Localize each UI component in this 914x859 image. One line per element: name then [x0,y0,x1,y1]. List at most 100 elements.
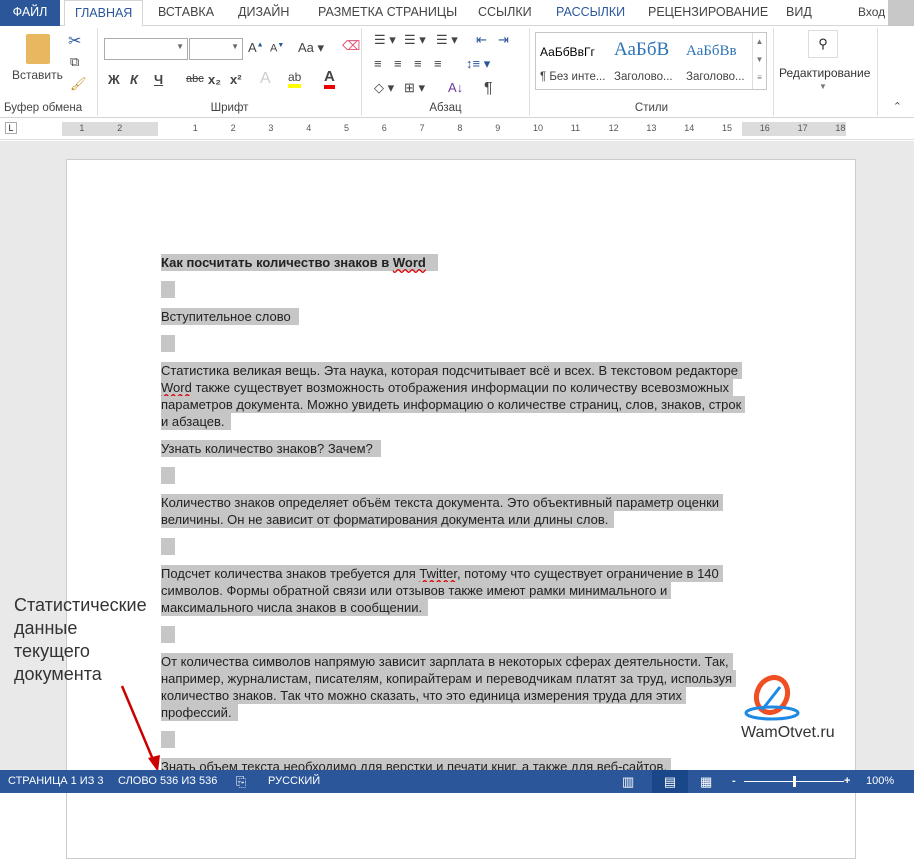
sort-icon[interactable]: A↓ [448,80,463,95]
numbering-icon[interactable]: ☰ ▾ [404,32,426,48]
copy-icon[interactable]: ⧉ [70,54,79,70]
web-layout-icon[interactable]: ▦ [700,770,712,793]
style-name-heading2: Заголово... [686,71,745,83]
style-preview-heading2[interactable]: АаБбВв [686,43,737,60]
font-name-select[interactable]: ▼ [104,38,188,60]
wamotvet-logo-icon [744,675,800,721]
zoom-in-button[interactable]: + [844,770,850,793]
ruler-number: 13 [646,123,657,133]
clipboard-label: Буфер обмена [4,102,83,114]
paragraph-label: Абзац [429,102,462,114]
para-4: От количества символов напрямую зависит … [161,653,733,670]
ruler-number: 12 [608,123,619,133]
paragraph-group: ☰ ▾ ☰ ▾ ☰ ▾ ⇤ ⇥ ≡ ≡ ≡ ≡ ↕≡ ▾ ◇ ▾ ⊞ ▾ A↓ … [362,28,530,116]
ruler-number: 18 [835,123,846,133]
line-spacing-icon[interactable]: ↕≡ ▾ [466,56,490,72]
align-left-icon[interactable]: ≡ [374,56,382,71]
zoom-slider-thumb[interactable] [793,776,796,787]
ruler-number: 2 [230,123,236,133]
para-1: Статистика великая вещь. Эта наука, кото… [161,362,743,379]
proofing-icon[interactable]: ⎘ [236,770,246,793]
ribbon: Вставить ✂ ⧉ 🖌 Буфер обмена ▼ ▼ A▲ A▼ Aa… [0,26,914,118]
highlight-icon[interactable]: ab [288,70,302,88]
annotation-arrow-icon [120,685,160,772]
paste-button[interactable]: Вставить [12,68,63,82]
tab-design[interactable]: ДИЗАЙН [228,0,299,26]
font-group: ▼ ▼ A▲ A▼ Aa ▾ ⌫ Ж К Ч abc x₂ x² A ab A … [98,28,362,116]
ruler-number: 10 [533,123,544,133]
style-preview-normal[interactable]: АаБбВвГг [540,45,595,59]
ruler: L 2 1 1 2 3 4 5 6 7 8 9 10 11 12 13 14 15 16 17 18 [0,118,914,140]
ruler-number: 1 [192,123,198,133]
justify-icon[interactable]: ≡ [434,56,442,71]
font-size-select[interactable]: ▼ [189,38,243,60]
avatar[interactable] [888,0,914,26]
grow-font-icon[interactable]: A▲ [248,40,264,55]
ruler-number: 6 [381,123,387,133]
show-marks-icon[interactable]: ¶ [484,80,493,98]
para-3: Подсчет количества знаков требуется для … [161,565,723,582]
ruler-number: 1 [79,123,85,133]
tab-insert[interactable]: ВСТАВКА [148,0,224,26]
decrease-indent-icon[interactable]: ⇤ [476,32,487,48]
text-effects-icon[interactable]: A [260,70,271,88]
zoom-level[interactable]: 100% [866,770,894,793]
horizontal-ruler[interactable]: 2 1 1 2 3 4 5 6 7 8 9 10 11 12 13 14 15 16 17 18 [62,122,846,136]
paste-icon[interactable] [26,34,50,64]
ruler-number: 16 [759,123,770,133]
binoculars-icon[interactable]: ⚲ [808,30,838,58]
ruler-number: 15 [722,123,733,133]
strikethrough-button[interactable]: abc [186,73,204,85]
italic-button[interactable]: К [130,72,138,87]
format-painter-icon[interactable]: 🖌 [70,76,87,92]
bullets-icon[interactable]: ☰ ▾ [374,32,396,48]
tab-references[interactable]: ССЫЛКИ [468,0,542,26]
tab-file[interactable]: ФАЙЛ [0,0,60,26]
tab-mailings[interactable]: РАССЫЛКИ [546,0,635,26]
subscript-button[interactable]: x₂ [208,72,221,87]
print-layout-icon[interactable]: ▤ [652,770,688,793]
bold-button[interactable]: Ж [108,72,120,87]
clear-formatting-icon[interactable]: ⌫ [342,38,360,54]
ruler-number: 5 [344,123,350,133]
annotation-text: Статистические данные текущего документа [14,595,147,684]
multilevel-list-icon[interactable]: ☰ ▾ [436,32,458,48]
tab-layout[interactable]: РАЗМЕТКА СТРАНИЦЫ [308,0,467,26]
page-count[interactable]: СТРАНИЦА 1 ИЗ 3 [8,770,104,793]
ruler-number: 3 [268,123,274,133]
style-preview-heading1[interactable]: АаБбВ [614,39,669,61]
doc-intro: Вступительное слово [161,308,299,325]
ruler-number: 11 [570,123,581,133]
underline-button[interactable]: Ч [154,72,163,87]
styles-scrollbar[interactable]: ▲ ▼ ≡ [752,33,766,89]
collapse-ribbon-icon[interactable]: ⌃ [893,100,902,113]
increase-indent-icon[interactable]: ⇥ [498,32,509,48]
styles-gallery: АаБбВвГг АаБбВ АаБбВв ¶ Без инте... Заго… [535,32,767,90]
shrink-font-icon[interactable]: A▼ [270,42,284,55]
editing-button[interactable]: Редактирование [779,66,870,80]
change-case-icon[interactable]: Aa ▾ [298,40,324,56]
align-center-icon[interactable]: ≡ [394,56,402,71]
shading-icon[interactable]: ◇ ▾ [374,80,394,96]
ribbon-tabs: ФАЙЛ ГЛАВНАЯ ВСТАВКА ДИЗАЙН РАЗМЕТКА СТР… [0,0,914,27]
read-mode-icon[interactable]: ▥ [622,770,634,793]
chevron-down-icon: ▼ [819,82,827,91]
zoom-out-button[interactable]: - [732,770,736,793]
tab-view[interactable]: ВИД [776,0,822,26]
language[interactable]: РУССКИЙ [268,770,320,793]
tab-home[interactable]: ГЛАВНАЯ [64,0,144,27]
ruler-number: 4 [306,123,312,133]
word-count[interactable]: СЛОВО 536 ИЗ 536 [118,770,217,793]
status-bar: СТРАНИЦА 1 ИЗ 3 СЛОВО 536 ИЗ 536 ⎘ РУССК… [0,770,914,793]
doc-heading-2: Узнать количество знаков? Зачем? [161,440,381,457]
borders-icon[interactable]: ⊞ ▾ [404,80,425,96]
font-color-icon[interactable]: A [324,68,335,89]
cut-icon[interactable]: ✂ [68,31,81,51]
tab-selector-icon[interactable]: L [5,122,17,134]
ruler-number: 14 [684,123,695,133]
ruler-number: 8 [457,123,463,133]
superscript-button[interactable]: x² [230,72,242,87]
tab-review[interactable]: РЕЦЕНЗИРОВАНИЕ [638,0,778,26]
align-right-icon[interactable]: ≡ [414,56,422,71]
doc-title: Как посчитать количество знаков в Word [161,254,438,271]
